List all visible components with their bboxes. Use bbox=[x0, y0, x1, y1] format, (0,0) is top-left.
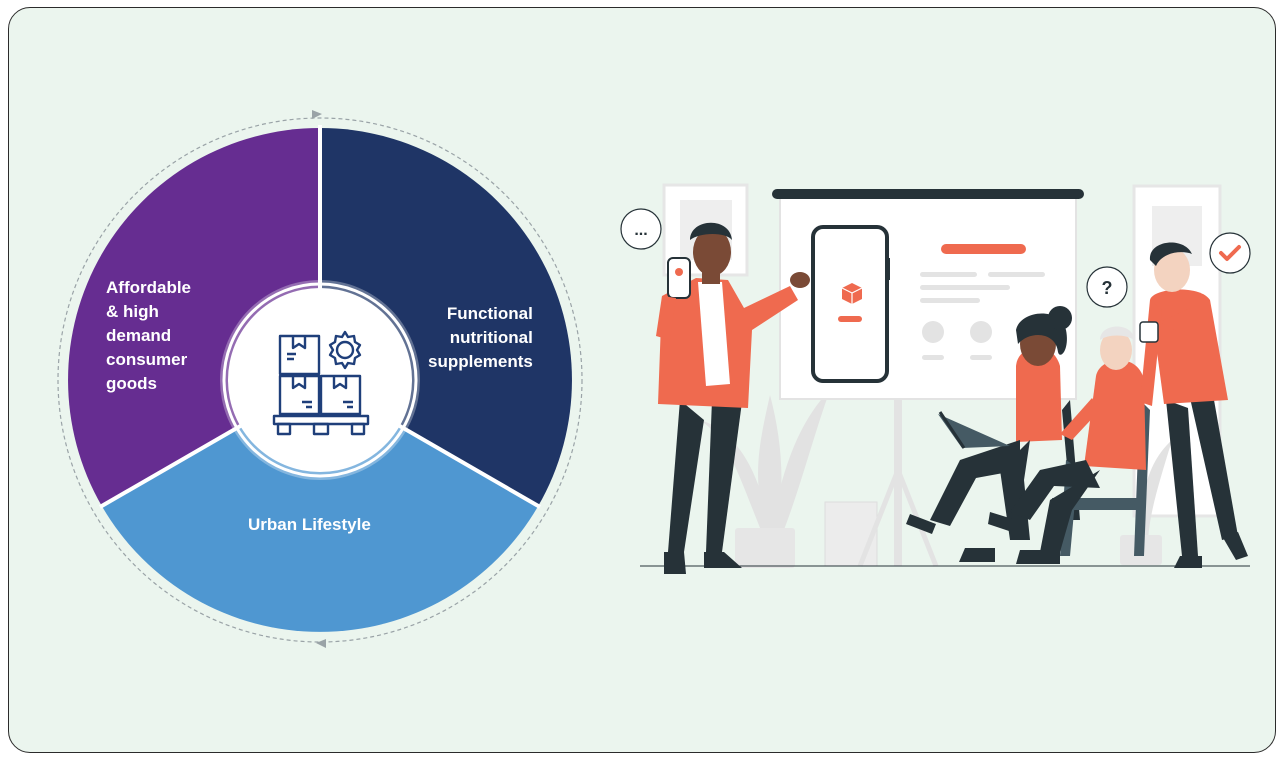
meeting-illustration: ... ? bbox=[620, 183, 1251, 574]
coffee-cup-icon bbox=[1139, 321, 1159, 343]
board-top-bar bbox=[772, 189, 1084, 199]
question-text: ? bbox=[1102, 278, 1113, 298]
trash-bin-icon bbox=[824, 501, 878, 567]
ellipsis-text: ... bbox=[634, 222, 647, 239]
board-heading-bar bbox=[941, 244, 1026, 254]
board-phone-mockup bbox=[811, 225, 889, 383]
speech-bubble-check bbox=[1209, 232, 1251, 274]
